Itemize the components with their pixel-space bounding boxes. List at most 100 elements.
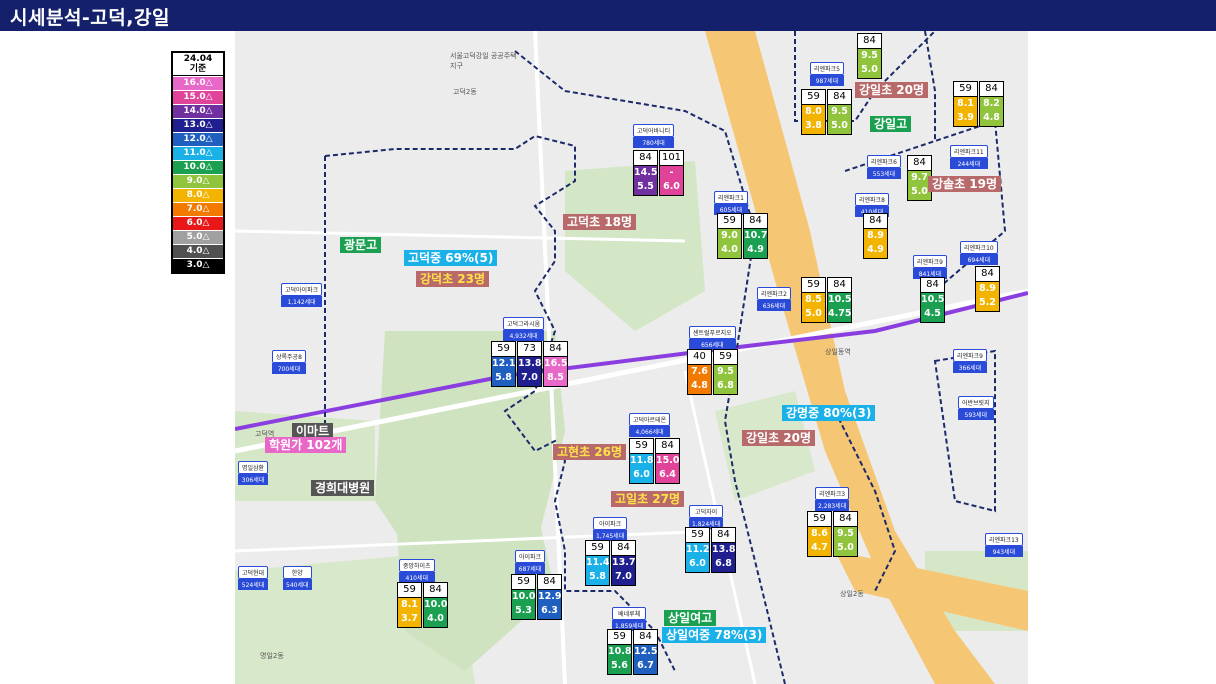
complex-label[interactable]: 고덕아르테온 4,066세대 — [629, 413, 671, 437]
sale-price: 9.0 — [721, 230, 738, 241]
unit-size: 84 — [711, 527, 736, 543]
complex-label[interactable]: 한양 540세대 — [283, 566, 312, 590]
complex-label[interactable]: 리엔파크13 943세대 — [985, 533, 1023, 557]
price-values: 13.8 7.0 — [517, 357, 542, 387]
sale-price: 8.2 — [983, 98, 1000, 109]
complex-label[interactable]: 아이파크 1,745세대 — [593, 517, 628, 541]
jeonse-price: 5.0 — [861, 63, 878, 75]
complex-label[interactable]: 고덕어바니티 780세대 — [633, 124, 675, 148]
school-tag: 강일초 20명 — [742, 430, 816, 446]
jeonse-price: 4.75 — [828, 307, 852, 319]
complex-label[interactable]: 리엔파크9 841세대 — [913, 255, 947, 279]
price-values: - 6.0 — [659, 166, 684, 196]
sale-price: 10.5 — [921, 294, 945, 305]
price-column: 59 10.8 5.6 — [607, 629, 632, 675]
jeonse-price: 5.0 — [805, 307, 822, 319]
price-values: 13.8 6.8 — [711, 543, 736, 573]
sale-price: 11.8 — [630, 455, 654, 466]
place-label-myeongil2: 명일2동 — [260, 652, 284, 660]
price-values: 8.9 4.9 — [863, 229, 888, 259]
sale-price: 10.7 — [744, 230, 768, 241]
school-tag: 강덕초 23명 — [416, 271, 490, 287]
complex-label[interactable]: 리엔파크9 366세대 — [953, 349, 987, 373]
price-values: 13.7 7.0 — [611, 556, 636, 586]
sale-price: 11.2 — [686, 544, 710, 555]
sale-price: 8.5 — [805, 294, 822, 305]
price-values: 8.0 3.8 — [801, 105, 826, 135]
price-column: 59 8.1 3.7 — [397, 582, 422, 628]
unit-size: 84 — [833, 511, 858, 527]
jeonse-price: 5.3 — [515, 604, 532, 616]
sale-price: 12.5 — [634, 646, 658, 657]
price-column: 59 8.1 3.9 — [953, 81, 978, 127]
sale-price: 10.5 — [828, 294, 852, 305]
unit-size: 59 — [491, 341, 516, 357]
sale-price: 10.8 — [608, 646, 632, 657]
unit-size: 59 — [629, 438, 654, 454]
school-tag: 강솔초 19명 — [928, 176, 1002, 192]
complex-label[interactable]: 아이파크 687세대 — [515, 550, 546, 574]
price-column: 84 8.9 4.9 — [863, 213, 888, 259]
price-values: 9.5 5.0 — [857, 49, 882, 79]
place-label-sangil-station: 상일동역 — [825, 348, 851, 356]
jeonse-price: 5.0 — [837, 541, 854, 553]
price-column: 84 12.9 6.3 — [537, 574, 562, 620]
landmark-tag: 학원가 102개 — [265, 437, 347, 453]
complex-label[interactable]: 고덕현대 524세대 — [238, 566, 269, 590]
price-column: 84 13.8 6.8 — [711, 527, 736, 573]
sale-price: 10.0 — [512, 591, 536, 602]
complex-label[interactable]: 리엔파크6 553세대 — [867, 155, 901, 179]
complex-label[interactable]: 명일삼환 306세대 — [238, 461, 269, 485]
unit-size: 84 — [537, 574, 562, 590]
complex-label[interactable]: 리엔파크10 694세대 — [960, 241, 998, 265]
complex-label[interactable]: 리엔파크2 636세대 — [757, 287, 791, 311]
complex-label[interactable]: 센트럴푸르지오 656세대 — [689, 326, 736, 350]
price-column: 101- 6.0 — [659, 150, 684, 196]
price-column: 59 8.5 5.0 — [801, 277, 826, 323]
complex-label[interactable]: 중앙하이츠 410세대 — [399, 559, 435, 583]
price-values: 11.4 5.8 — [585, 556, 610, 586]
complex-label[interactable]: 리엔파크1 605세대 — [714, 191, 748, 215]
jeonse-price: 6.0 — [663, 180, 680, 192]
price-values: 10.0 5.3 — [511, 590, 536, 620]
complex-label[interactable]: 고덕아이파크 1,142세대 — [281, 283, 323, 307]
complex-label[interactable]: 고덕그라시움 4,932세대 — [503, 317, 545, 341]
sale-price: 8.9 — [867, 230, 884, 241]
price-values: 8.5 5.0 — [801, 293, 826, 323]
legend-item: 3.0△ — [173, 258, 223, 272]
complex-label[interactable]: 리엔파크5 987세대 — [810, 62, 844, 86]
unit-size: 59 — [953, 81, 978, 97]
price-values: 16.5 8.5 — [543, 357, 568, 387]
jeonse-price: 8.5 — [547, 371, 564, 383]
price-column: 59 11.2 6.0 — [685, 527, 710, 573]
unit-size: 84 — [655, 438, 680, 454]
complex-label[interactable]: 리엔파크3 2,283세대 — [815, 487, 850, 511]
complex-label[interactable]: 어반브릿지 593세대 — [958, 396, 994, 420]
unit-size: 59 — [511, 574, 536, 590]
legend-item: 6.0△ — [173, 216, 223, 230]
landmark-tag: 경희대병원 — [311, 480, 375, 496]
legend-item: 15.0△ — [173, 90, 223, 104]
legend-item: 13.0△ — [173, 118, 223, 132]
unit-size: 59 — [585, 540, 610, 556]
price-column: 84 8.9 5.2 — [975, 266, 1000, 312]
sale-price: 12.1 — [492, 358, 516, 369]
jeonse-price: 5.8 — [495, 371, 512, 383]
unit-size: 59 — [717, 213, 742, 229]
jeonse-price: 5.8 — [589, 570, 606, 582]
complex-label[interactable]: 베네루체 1,859세대 — [612, 607, 647, 631]
jeonse-price: 3.9 — [957, 111, 974, 123]
price-values: 11.8 6.0 — [629, 454, 654, 484]
complex-label[interactable]: 고덕자이 1,824세대 — [689, 505, 724, 529]
price-values: 10.5 4.5 — [920, 293, 945, 323]
jeonse-price: 4.5 — [924, 307, 941, 319]
price-column: 84 9.5 5.0 — [833, 511, 858, 557]
price-column: 84 15.0 6.4 — [655, 438, 680, 484]
place-label-sangil2: 상일2동 — [840, 590, 864, 598]
sale-price: 8.1 — [957, 98, 974, 109]
jeonse-price: 5.5 — [637, 180, 654, 192]
complex-label[interactable]: 리엔파크11 244세대 — [950, 145, 988, 169]
complex-label[interactable]: 상록주공8 700세대 — [272, 350, 306, 374]
price-column: 84 14.5 5.5 — [633, 150, 658, 196]
sale-price: 13.8 — [712, 544, 736, 555]
